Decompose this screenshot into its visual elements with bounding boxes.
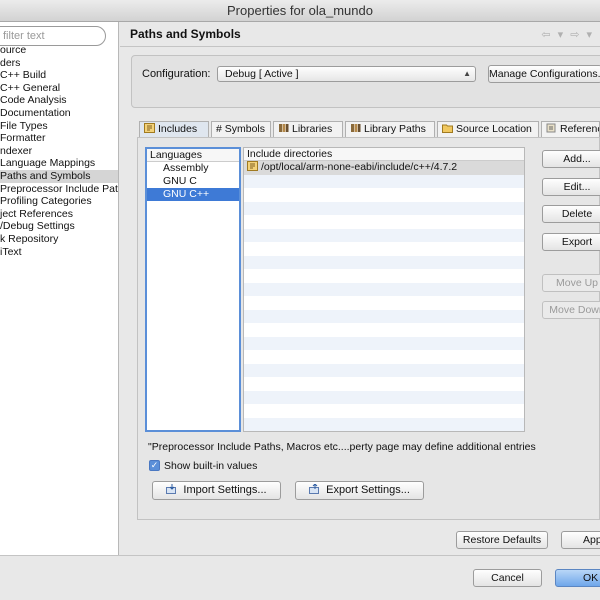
tree-item[interactable]: Paths and Symbols <box>0 169 118 183</box>
history-nav-icons[interactable]: ⇦ ▾ ⇨ ▾ <box>541 28 594 41</box>
export-settings-button[interactable]: Export Settings... <box>295 481 424 500</box>
language-item[interactable]: GNU C <box>147 175 239 188</box>
import-icon <box>166 483 178 494</box>
tab-bar: Includes # Symbols Libraries Library Pat… <box>139 121 600 137</box>
includes-icon <box>144 123 155 133</box>
table-row <box>244 188 524 202</box>
delete-button[interactable]: Delete <box>542 205 600 223</box>
tree-item[interactable]: C++ General <box>0 82 118 95</box>
source-location-icon <box>442 123 453 133</box>
table-row <box>244 242 524 256</box>
tab-libraries[interactable]: Libraries <box>273 121 343 137</box>
table-row <box>244 228 524 242</box>
page-title: Paths and Symbols <box>130 27 241 41</box>
move-up-button[interactable]: Move Up <box>542 274 600 292</box>
tree-item[interactable]: Preprocessor Include Pat <box>0 183 118 196</box>
tree-item[interactable]: k Repository <box>0 233 118 246</box>
info-note: "Preprocessor Include Paths, Macros etc.… <box>148 441 536 453</box>
header-divider <box>120 46 600 47</box>
libraries-icon <box>278 123 289 133</box>
page-header: Paths and Symbols ⇦ ▾ ⇨ ▾ <box>120 22 600 48</box>
edit-button[interactable]: Edit... <box>542 178 600 196</box>
tree-item[interactable]: ject References <box>0 208 118 221</box>
tree-item[interactable]: ders <box>0 57 118 70</box>
manage-configurations-button[interactable]: Manage Configurations... <box>488 65 600 83</box>
languages-header: Languages <box>147 149 239 162</box>
table-row <box>244 201 524 215</box>
include-folder-icon <box>247 161 258 171</box>
tab-source-location[interactable]: Source Location <box>437 121 539 137</box>
language-item[interactable]: GNU C++ <box>147 188 239 201</box>
library-paths-icon <box>350 123 361 133</box>
table-row <box>244 377 524 391</box>
table-row <box>244 350 524 364</box>
ok-button[interactable]: OK <box>555 569 600 587</box>
apply-button[interactable]: Apply <box>561 531 600 549</box>
table-row <box>244 255 524 269</box>
tree-item[interactable]: ndexer <box>0 145 118 158</box>
table-row <box>244 363 524 377</box>
select-arrows-icon: ▲ <box>463 69 471 78</box>
restore-defaults-button[interactable]: Restore Defaults <box>456 531 548 549</box>
tree-item[interactable]: C++ Build <box>0 69 118 82</box>
table-row <box>244 323 524 337</box>
tree-item[interactable]: File Types <box>0 120 118 133</box>
tree-item[interactable]: Profiling Categories <box>0 195 118 208</box>
property-tree-panel: filter text ource ders C++ Build C++ Genera… <box>0 22 119 555</box>
property-tree: ource ders C++ Build C++ General Code Analys… <box>0 44 118 259</box>
tree-item[interactable]: Language Mappings <box>0 157 118 170</box>
tree-item[interactable]: ource <box>0 44 118 57</box>
dialog-footer-divider <box>0 555 600 556</box>
tree-item[interactable]: iText <box>0 246 118 259</box>
add-button[interactable]: Add... <box>542 150 600 168</box>
tree-item[interactable]: Code Analysis <box>0 94 118 107</box>
tree-item[interactable]: /Debug Settings <box>0 220 118 233</box>
languages-list[interactable]: Languages Assembly GNU C GNU C++ <box>145 147 241 432</box>
show-builtin-label: Show built-in values <box>164 460 258 472</box>
export-icon <box>309 483 321 494</box>
window-title: Properties for ola_mundo <box>0 0 600 22</box>
table-row <box>244 336 524 350</box>
table-row <box>244 282 524 296</box>
table-row[interactable]: /opt/local/arm-none-eabi/include/c++/4.7… <box>244 161 524 175</box>
table-row <box>244 390 524 404</box>
tab-references[interactable]: References <box>541 121 600 137</box>
tab-includes[interactable]: Includes <box>139 121 209 137</box>
export-button[interactable]: Export <box>542 233 600 251</box>
table-row <box>244 417 524 431</box>
table-row <box>244 309 524 323</box>
import-settings-button[interactable]: Import Settings... <box>152 481 281 500</box>
tab-symbols[interactable]: # Symbols <box>211 121 271 137</box>
cancel-button[interactable]: Cancel <box>473 569 542 587</box>
include-path: /opt/local/arm-none-eabi/include/c++/4.7… <box>261 161 458 173</box>
configuration-label: Configuration: <box>142 68 211 80</box>
table-row <box>244 174 524 188</box>
include-directories-header: Include directories <box>244 148 524 161</box>
table-row <box>244 296 524 310</box>
tab-library-paths[interactable]: Library Paths <box>345 121 435 137</box>
tree-item[interactable]: Formatter <box>0 132 118 145</box>
table-row <box>244 269 524 283</box>
language-item[interactable]: Assembly <box>147 162 239 175</box>
configuration-select[interactable]: Debug [ Active ] ▲ <box>217 66 476 82</box>
filter-input[interactable]: filter text <box>0 26 106 46</box>
table-row <box>244 404 524 418</box>
configuration-value: Debug [ Active ] <box>225 68 299 80</box>
tree-item[interactable]: Documentation <box>0 107 118 120</box>
table-row <box>244 215 524 229</box>
references-icon <box>546 123 557 133</box>
show-builtin-checkbox[interactable]: ✓ <box>149 460 160 471</box>
include-directories-table[interactable]: Include directories /opt/local/arm-none-… <box>243 147 525 432</box>
move-down-button[interactable]: Move Down <box>542 301 600 319</box>
